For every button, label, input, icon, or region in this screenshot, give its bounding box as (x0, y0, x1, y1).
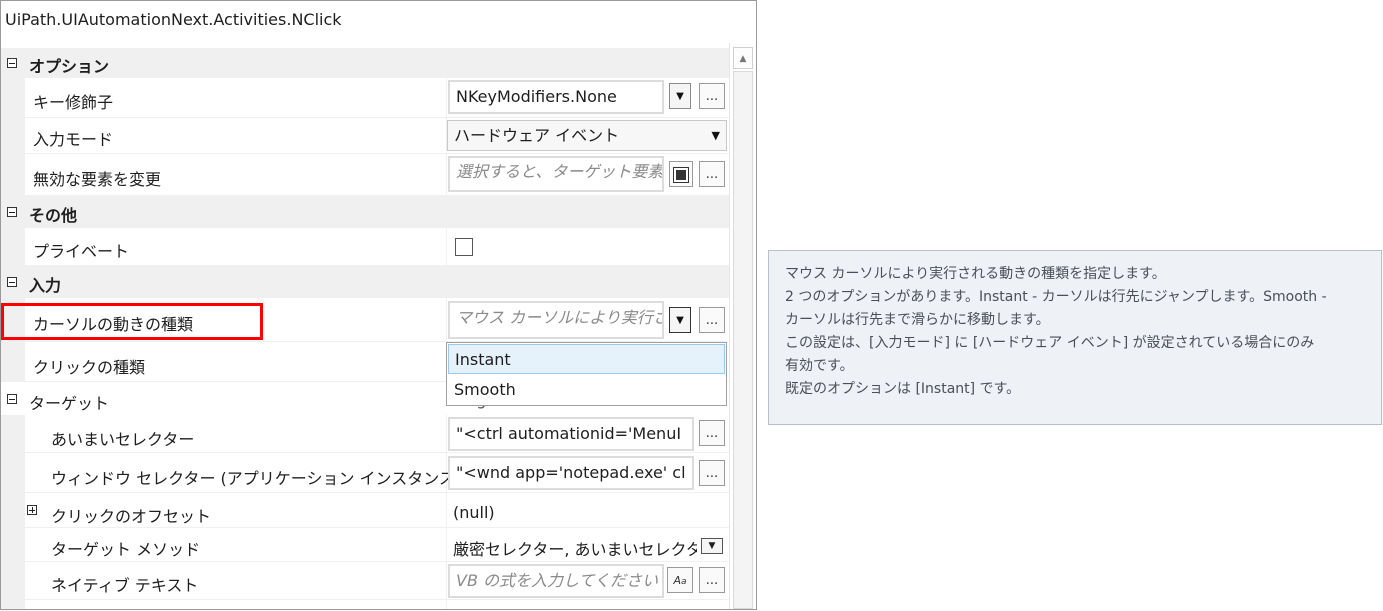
native-text-field[interactable]: VB の式を入力してください (448, 564, 664, 598)
prop-name: 入力モード (33, 130, 114, 149)
prop-name: ターゲット メソッド (51, 540, 201, 559)
cursor-motion-field[interactable]: マウス カーソルにより実行さ (448, 301, 664, 339)
category-label: 入力 (29, 276, 62, 295)
collapse-icon[interactable] (7, 394, 17, 404)
category-label: その他 (29, 206, 78, 225)
collapse-icon[interactable] (7, 207, 17, 217)
fuzzy-selector-field[interactable]: "<ctrl automationid='MenuI (448, 417, 694, 451)
category-label: ターゲット (29, 394, 110, 413)
input-mode-combo[interactable]: ハードウェア イベント ▼ (447, 120, 727, 151)
tooltip-line: カーソルは行先まで滑らかに移動します。 (785, 312, 1050, 328)
text-style-icon[interactable]: Aa (667, 567, 693, 593)
category-options[interactable]: オプション (1, 48, 729, 78)
alter-disabled-field[interactable]: 選択すると、ターゲット要素, (448, 156, 664, 192)
prop-name: ウィンドウ セレクター (アプリケーション インスタンス) (51, 469, 462, 488)
prop-row-target-method: ターゲット メソッド 厳密セレクター, あいまいセレクター ▼ (1, 528, 729, 562)
key-modifier-field[interactable]: NKeyModifiers.None (448, 80, 664, 114)
cursor-motion-dropdown-button[interactable]: ▼ (669, 307, 691, 333)
prop-row-partial (1, 600, 729, 609)
tooltip-line: マウス カーソルにより実行される動きの種類を指定します。 (785, 266, 1166, 282)
fuzzy-selector-ellipsis-button[interactable]: ... (699, 420, 725, 446)
native-text-ellipsis-button[interactable]: ... (699, 567, 725, 593)
panel-title: UiPath.UIAutomationNext.Activities.NClic… (5, 10, 342, 29)
prop-name: キー修飾子 (33, 93, 114, 112)
category-input[interactable]: 入力 (1, 266, 729, 298)
prop-row-click-offset: クリックのオフセット (null) (1, 493, 729, 528)
tooltip-line: 既定のオプションは [Instant] です。 (785, 381, 1021, 397)
prop-row-key-modifier: キー修飾子 NKeyModifiers.None ▼ ... (1, 78, 729, 118)
vertical-scrollbar[interactable]: ▲ (729, 43, 756, 609)
highlight-box (1, 303, 263, 340)
window-selector-ellipsis-button[interactable]: ... (699, 460, 725, 486)
dropdown-item-smooth[interactable]: Smooth (448, 375, 725, 405)
category-other[interactable]: その他 (1, 196, 729, 228)
prop-name: クリックのオフセット (51, 507, 212, 526)
input-mode-value: ハードウェア イベント (454, 126, 620, 145)
tooltip-line: 2 つのオプションがあります。Instant - カーソルは行先にジャンプします… (785, 289, 1327, 305)
scroll-thumb[interactable] (733, 71, 753, 609)
tooltip-line: 有効です。 (785, 358, 854, 374)
toggle-icon[interactable] (669, 161, 693, 187)
prop-name: クリックの種類 (33, 358, 146, 377)
scroll-up-icon[interactable]: ▲ (733, 47, 753, 69)
key-modifier-ellipsis-button[interactable]: ... (699, 83, 725, 109)
alter-disabled-ellipsis-button[interactable]: ... (699, 161, 725, 187)
prop-row-window-selector: ウィンドウ セレクター (アプリケーション インスタンス) "<wnd app=… (1, 453, 729, 493)
collapse-icon[interactable] (7, 277, 17, 287)
category-label: オプション (29, 57, 110, 76)
window-selector-field[interactable]: "<wnd app='notepad.exe' cl (448, 456, 694, 490)
target-method-value: 厳密セレクター, あいまいセレクター (453, 540, 697, 559)
expand-icon[interactable] (27, 505, 37, 515)
target-method-dropdown-button[interactable]: ▼ (701, 538, 723, 554)
cursor-motion-dropdown-list: Instant Smooth (446, 342, 727, 406)
prop-row-fuzzy-selector: あいまいセレクター "<ctrl automationid='MenuI ... (1, 415, 729, 453)
properties-panel: UiPath.UIAutomationNext.Activities.NClic… (0, 0, 757, 610)
tooltip-line: この設定は、[入力モード] に [ハードウェア イベント] が設定されている場合… (785, 335, 1315, 351)
dropdown-item-instant[interactable]: Instant (448, 344, 725, 374)
prop-row-native-text: ネイティブ テキスト VB の式を入力してください Aa ... (1, 562, 729, 600)
key-modifier-dropdown-button[interactable]: ▼ (669, 83, 691, 109)
prop-name: プライベート (33, 242, 130, 261)
cursor-motion-ellipsis-button[interactable]: ... (699, 307, 725, 333)
prop-name: あいまいセレクター (51, 430, 195, 449)
click-offset-value: (null) (453, 503, 495, 522)
private-checkbox[interactable] (455, 238, 473, 256)
description-tooltip: マウス カーソルにより実行される動きの種類を指定します。 2 つのオプションがあ… (768, 250, 1382, 425)
collapse-icon[interactable] (7, 58, 17, 68)
chevron-down-icon: ▼ (711, 129, 720, 142)
prop-name: ネイティブ テキスト (51, 576, 199, 595)
prop-row-input-mode: 入力モード ハードウェア イベント ▼ (1, 118, 729, 154)
prop-row-private: プライベート (1, 228, 729, 266)
prop-row-alter-disabled: 無効な要素を変更 選択すると、ターゲット要素, ... (1, 154, 729, 196)
prop-name: 無効な要素を変更 (33, 170, 162, 189)
